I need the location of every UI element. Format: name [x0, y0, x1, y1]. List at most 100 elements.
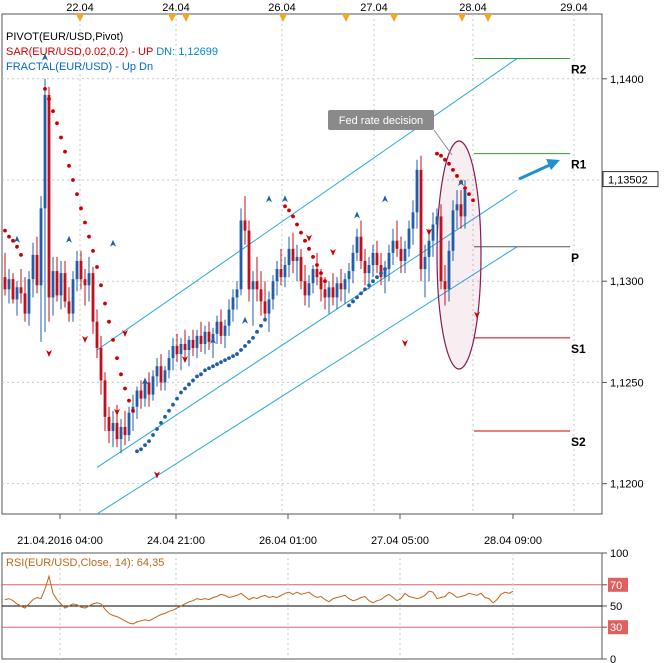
sar-dot — [323, 279, 327, 284]
candle-body — [223, 325, 227, 336]
sar-dot — [231, 354, 235, 359]
candle-body — [435, 216, 439, 225]
sar-dot — [115, 356, 119, 361]
candle-body — [251, 281, 255, 290]
sar-dot — [147, 439, 151, 444]
candle-body — [11, 279, 15, 300]
sar-dot — [219, 360, 223, 365]
candle-body — [299, 256, 303, 282]
sar-dot — [347, 303, 351, 308]
sar-dot — [107, 319, 111, 324]
candle-body — [83, 279, 87, 286]
sar-dot — [451, 167, 455, 172]
sar-dot — [59, 135, 63, 140]
candle-body — [163, 370, 167, 383]
candle-body — [23, 293, 27, 314]
candle-body — [307, 283, 311, 296]
candle-body — [279, 269, 283, 278]
sar-dot — [171, 402, 175, 407]
sar-dot — [239, 348, 243, 352]
candle-body — [35, 254, 39, 286]
sar-dot — [215, 362, 219, 367]
candle-body — [403, 248, 407, 261]
candle-body — [311, 269, 315, 284]
chart-canvas: 22.04 24.04 26.04 27.04 28.04 29.04 PIVOT(EUR… — [1, 2, 659, 663]
candle-body — [367, 265, 371, 274]
candle-body — [375, 252, 379, 266]
sar-dot — [227, 356, 231, 361]
candle-body — [127, 412, 131, 436]
candle-body — [103, 380, 107, 417]
rsi-pane: RSI(EUR/USD,Close, 14): 64,35 100 70 50 30 0 — [1, 548, 628, 663]
sar-dot — [179, 390, 183, 395]
legend-sar: SAR(EUR/USD,0.02,0.2) - UP DN: 1,12699 — [6, 46, 218, 58]
candle-body — [243, 220, 247, 231]
sar-dot — [375, 275, 379, 280]
candle-body — [99, 348, 103, 381]
candle-body — [451, 210, 455, 251]
candle-body — [463, 190, 467, 217]
sar-dot — [63, 149, 67, 154]
candle-body — [119, 426, 123, 440]
sar-dot — [99, 283, 103, 288]
candle-body — [283, 265, 287, 278]
sar-dot — [175, 396, 179, 401]
sar-dot — [167, 408, 171, 413]
candle-body — [387, 252, 391, 270]
candle-body — [135, 390, 139, 407]
sar-dot — [471, 198, 475, 203]
sar-dot — [315, 263, 319, 267]
candle-body — [411, 212, 415, 229]
candle-body — [447, 250, 451, 290]
candle-body — [191, 339, 195, 349]
candle-body — [7, 279, 11, 290]
sar-dot — [371, 279, 375, 284]
sar-dot — [283, 204, 287, 209]
sar-dot — [351, 299, 355, 304]
sar-dot — [463, 186, 467, 190]
candle-body — [359, 236, 363, 261]
rsi-tick-label: 100 — [610, 548, 628, 560]
sar-dot — [243, 344, 247, 348]
sar-dot — [71, 178, 75, 182]
candle-body — [115, 422, 119, 440]
rsi-axis: 100 70 50 30 0 — [602, 548, 628, 663]
sar-dot — [363, 287, 367, 292]
sar-dot — [199, 372, 203, 377]
candle-body — [327, 287, 331, 298]
sar-dot — [19, 252, 23, 257]
sar-dot — [183, 386, 187, 391]
sar-dot — [119, 372, 123, 377]
candle-body — [459, 204, 463, 217]
candle-body — [79, 260, 83, 280]
sar-dot — [287, 208, 291, 213]
sar-dot — [111, 338, 115, 342]
candle-body — [143, 382, 147, 399]
price-tick-label: 1,1250 — [610, 377, 644, 389]
sar-dot — [299, 230, 303, 235]
top-date-label: 29.04 — [560, 2, 588, 14]
candle-body — [255, 281, 259, 290]
candle-body — [331, 287, 335, 298]
sar-dot — [43, 86, 47, 91]
candle-body — [183, 343, 187, 351]
candle-body — [59, 273, 63, 296]
candle-body — [75, 260, 79, 280]
sar-dot — [211, 364, 215, 369]
candle-body — [371, 252, 375, 266]
candle-body — [175, 345, 179, 355]
current-price-label: 1,13502 — [608, 175, 648, 187]
bottom-time-label: 21.04.2016 04:00 — [17, 535, 103, 547]
candle-body — [351, 252, 355, 272]
sar-dot — [47, 97, 51, 101]
sar-dot — [87, 234, 91, 239]
candle-body — [239, 220, 243, 290]
legend-sar-text: SAR(EUR/USD,0.02,0.2) - UP — [6, 46, 156, 58]
candle-body — [335, 283, 339, 298]
sar-dot — [303, 238, 307, 243]
candle-body — [147, 382, 151, 395]
candle-body — [187, 339, 191, 351]
sar-dot — [143, 443, 147, 448]
candle-body — [419, 169, 423, 270]
candle-body — [231, 297, 235, 310]
